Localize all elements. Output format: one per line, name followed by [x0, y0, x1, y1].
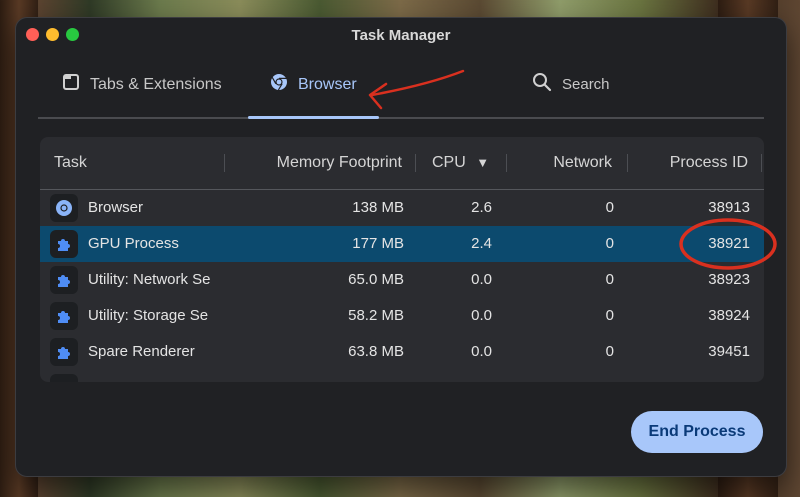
sort-desc-icon: ▼: [476, 155, 490, 170]
puzzle-icon: [50, 338, 78, 366]
task-name: Utility: Network Se: [88, 271, 211, 288]
puzzle-icon: [50, 374, 78, 382]
cpu-value: 0.0: [471, 271, 492, 288]
cpu-value: 2.6: [471, 199, 492, 216]
column-divider[interactable]: [627, 154, 628, 172]
network-value: 0: [605, 271, 614, 288]
table-row[interactable]: Utility: Storage Se 58.2 MB 0.0 0 38924: [40, 298, 764, 334]
column-header-cpu[interactable]: CPU ▼: [432, 137, 489, 189]
chrome-icon: [50, 194, 78, 222]
search-button[interactable]: Search: [532, 52, 610, 117]
column-divider[interactable]: [506, 154, 507, 172]
memory-value: 58.2 MB: [348, 307, 404, 324]
table-header: Task Memory Footprint CPU ▼ Network Proc…: [40, 137, 764, 190]
task-name: GPU Process: [88, 235, 179, 252]
tab-tabs-extensions[interactable]: Tabs & Extensions: [62, 52, 222, 117]
memory-value: 138 MB: [352, 199, 404, 216]
process-id-value: 38921: [708, 235, 750, 252]
memory-value: 177 MB: [352, 235, 404, 252]
table-row[interactable]: Browser 138 MB 2.6 0 38913: [40, 190, 764, 226]
tab-window-icon: [62, 73, 80, 96]
table-row[interactable]: Spare Renderer 63.8 MB 0.0 0 39451: [40, 334, 764, 370]
search-label: Search: [562, 76, 610, 93]
tab-bar: Tabs & Extensions Browser Search: [38, 52, 764, 119]
network-value: 0: [605, 343, 614, 360]
window-title: Task Manager: [351, 27, 451, 44]
column-header-cpu-label: CPU: [432, 154, 466, 171]
task-name: Utility: Storage Se: [88, 307, 209, 324]
process-id-value: 38923: [708, 271, 750, 288]
column-header-network[interactable]: Network: [553, 137, 612, 189]
task-name: Spare Renderer: [88, 343, 195, 360]
process-id-value: 38924: [708, 307, 750, 324]
column-header-memory[interactable]: Memory Footprint: [277, 137, 402, 189]
end-process-button[interactable]: End Process: [631, 411, 763, 453]
search-icon: [532, 72, 552, 97]
task-manager-window: Task Manager Tabs & Extensions Browser S…: [16, 18, 786, 476]
network-value: 0: [605, 235, 614, 252]
memory-value: 65.0 MB: [348, 271, 404, 288]
tab-browser[interactable]: Browser: [248, 52, 379, 119]
column-header-task[interactable]: Task: [54, 137, 87, 189]
cpu-value: 0.0: [471, 307, 492, 324]
table-row-selected[interactable]: GPU Process 177 MB 2.4 0 38921: [40, 226, 764, 262]
column-divider[interactable]: [761, 154, 762, 172]
cpu-value: 0.0: [471, 343, 492, 360]
memory-value: 63.8 MB: [348, 343, 404, 360]
column-divider[interactable]: [224, 154, 225, 172]
table-row-partial[interactable]: [40, 370, 764, 382]
column-divider[interactable]: [415, 154, 416, 172]
title-bar: Task Manager: [16, 18, 786, 52]
puzzle-icon: [50, 302, 78, 330]
cpu-value: 2.4: [471, 235, 492, 252]
network-value: 0: [605, 199, 614, 216]
chrome-icon: [270, 73, 288, 96]
tab-label: Browser: [298, 75, 357, 93]
process-table: Task Memory Footprint CPU ▼ Network Proc…: [40, 137, 764, 382]
process-id-value: 38913: [708, 199, 750, 216]
process-id-value: 39451: [708, 343, 750, 360]
task-name: Browser: [88, 199, 144, 216]
network-value: 0: [605, 307, 614, 324]
puzzle-icon: [50, 266, 78, 294]
table-row[interactable]: Utility: Network Se 65.0 MB 0.0 0 38923: [40, 262, 764, 298]
column-header-process-id[interactable]: Process ID: [670, 137, 748, 189]
puzzle-icon: [50, 230, 78, 258]
tab-label: Tabs & Extensions: [90, 75, 222, 93]
